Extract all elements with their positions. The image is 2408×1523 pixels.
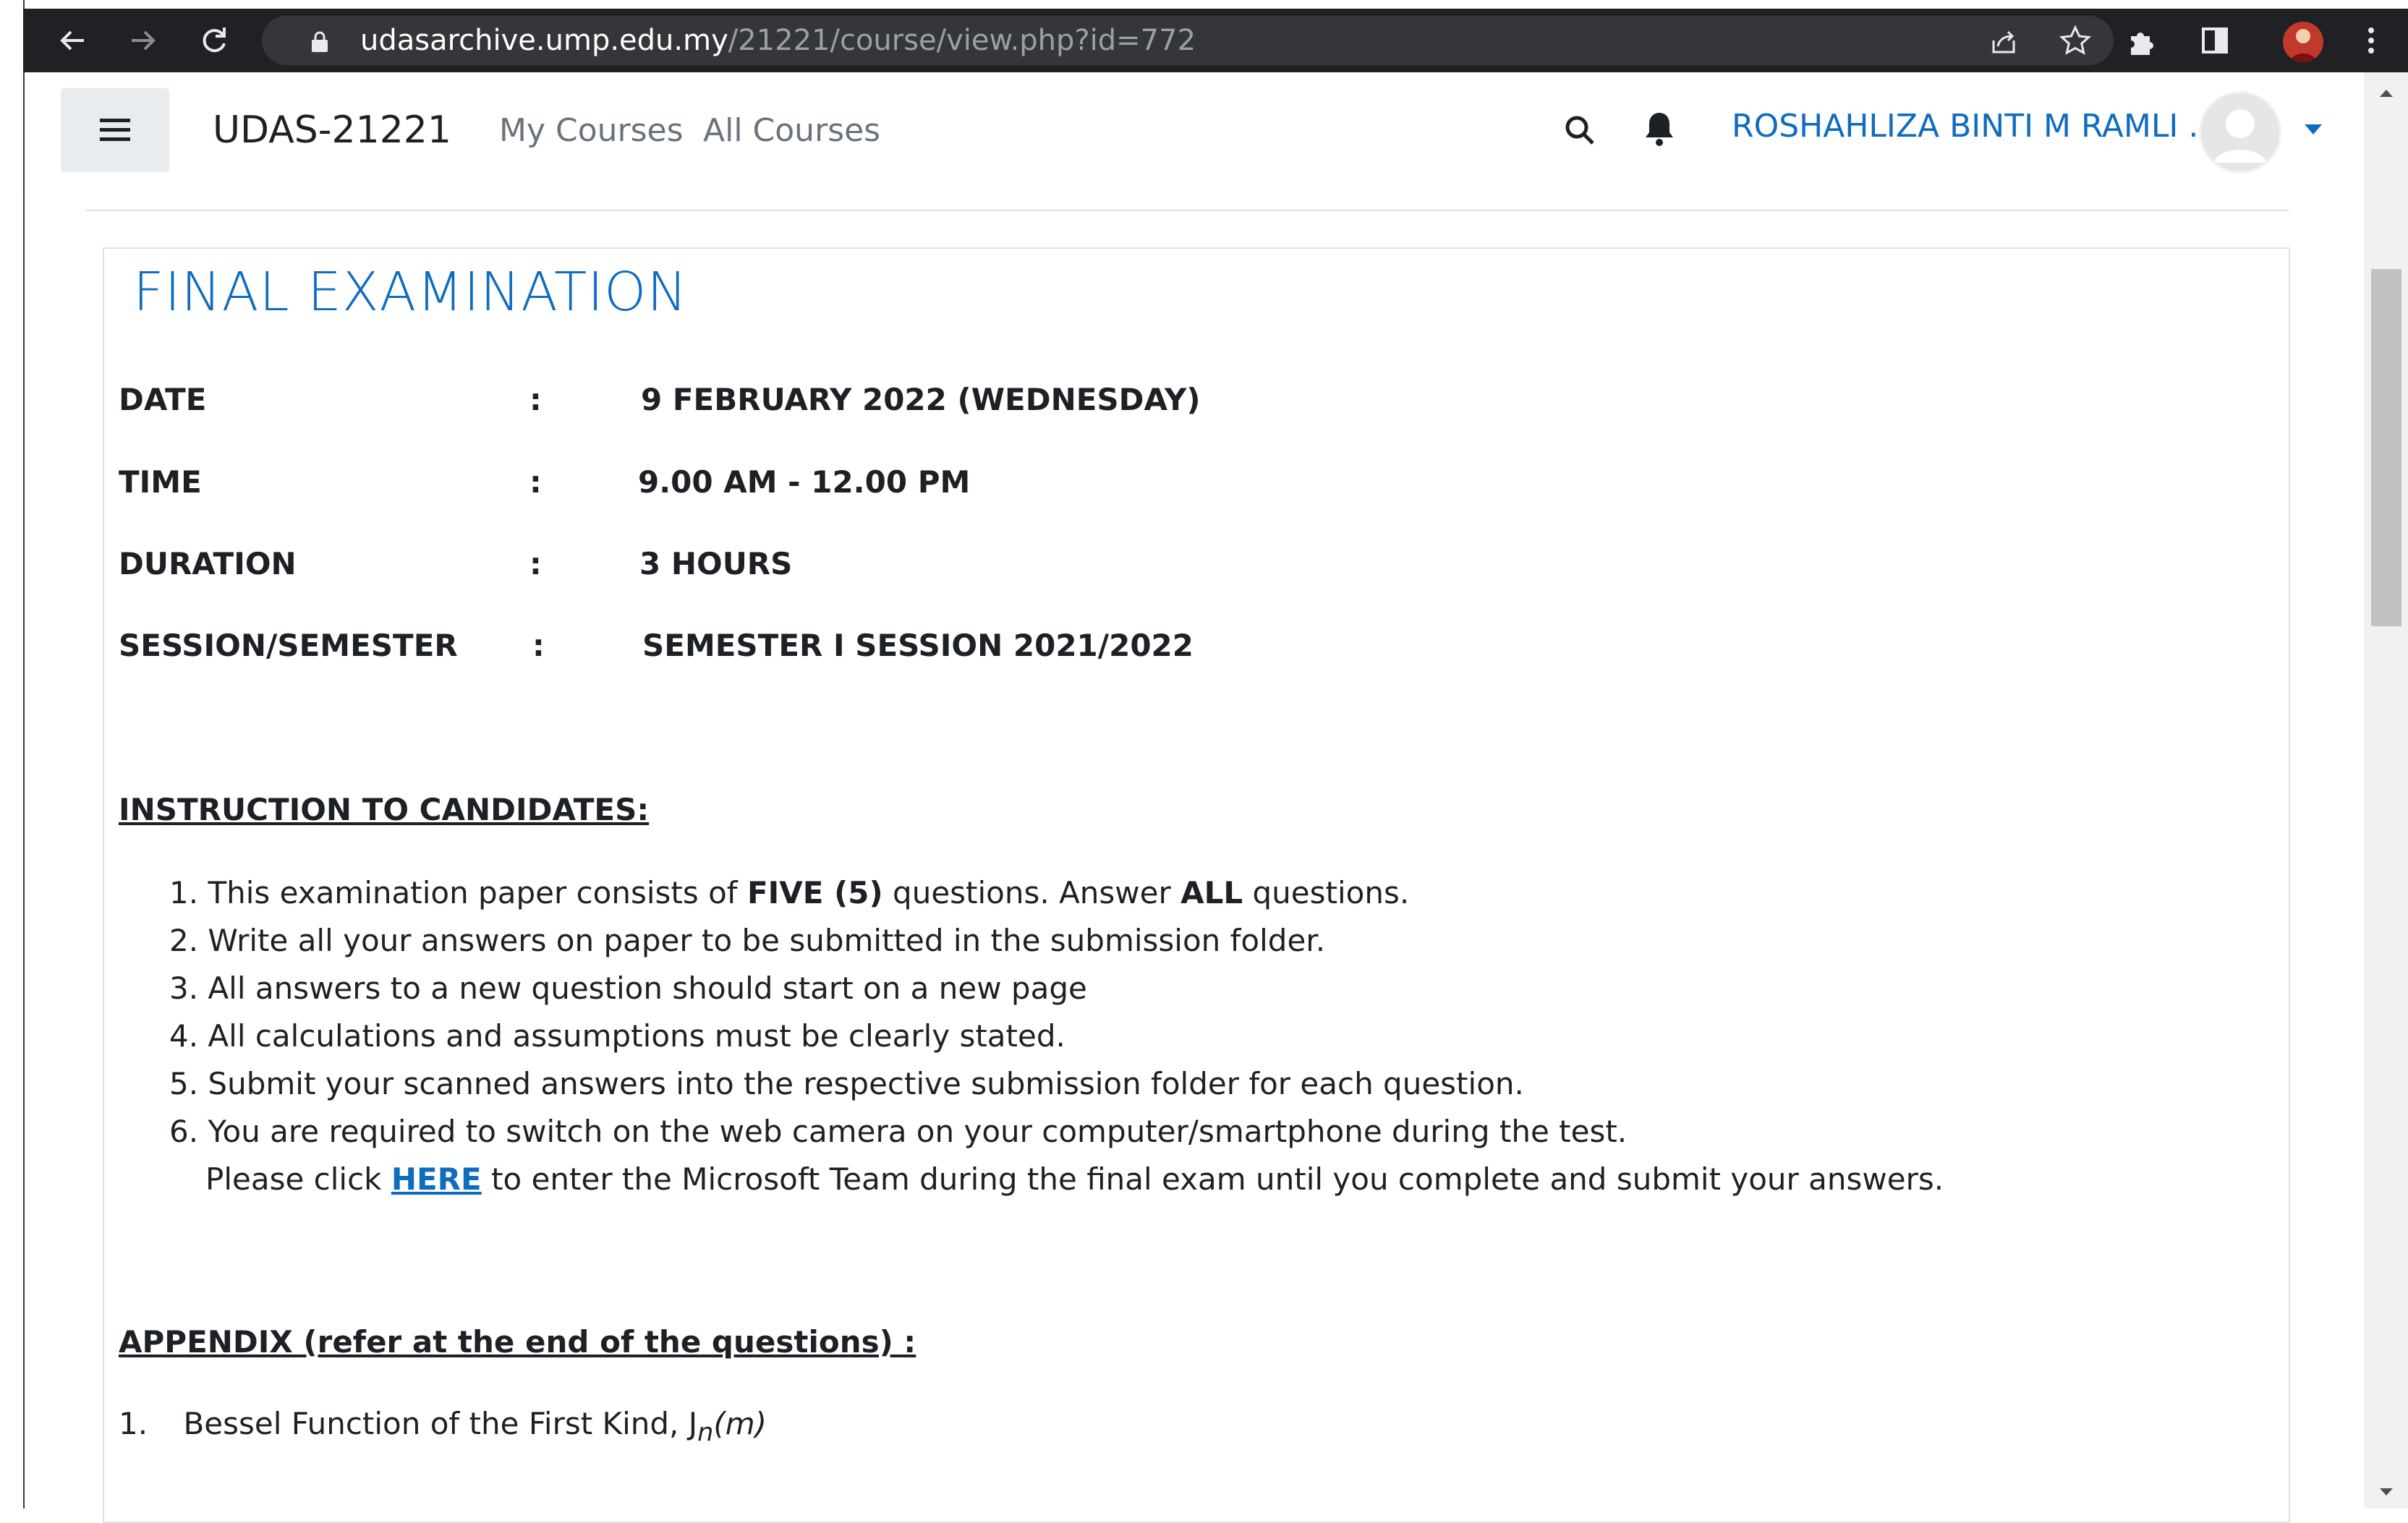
browser-menu-icon[interactable] xyxy=(2354,23,2388,58)
forward-arrow-icon[interactable] xyxy=(126,23,161,58)
scroll-down-arrow-icon[interactable] xyxy=(2378,1487,2394,1497)
info-value-duration: 3 HOURS xyxy=(639,546,793,581)
instruction-text: Please click xyxy=(205,1161,391,1197)
search-icon[interactable] xyxy=(1562,113,1597,148)
instruction-text: to enter the Microsoft Team during the f… xyxy=(481,1161,1944,1197)
info-value-session: SEMESTER I SESSION 2021/2022 xyxy=(642,628,1194,663)
info-value-date: 9 FEBRUARY 2022 (WEDNESDAY) xyxy=(641,382,1201,417)
info-colon: : xyxy=(529,382,542,417)
instruction-text: This examination paper consists of xyxy=(208,875,747,910)
lock-icon xyxy=(312,31,328,52)
nav-all-courses[interactable]: All Courses xyxy=(703,111,880,150)
appendix-number: 1. xyxy=(119,1406,148,1441)
instruction-item: 1. This examination paper consists of FI… xyxy=(169,874,1409,913)
bookmark-star-icon[interactable] xyxy=(2059,25,2092,58)
scroll-up-arrow-icon[interactable] xyxy=(2378,88,2394,98)
instruction-item: 2. Write all your answers on paper to be… xyxy=(169,923,1326,958)
back-arrow-icon[interactable] xyxy=(55,23,90,58)
instruction-text: questions. Answer xyxy=(882,875,1181,910)
window-edge xyxy=(0,0,25,1509)
site-navbar: UDAS-21221 My Courses All Courses ROSHAH… xyxy=(25,72,2364,185)
url-path: /21221/course/view.php?id=772 xyxy=(728,24,1196,57)
appendix-heading: APPENDIX (refer at the end of the questi… xyxy=(119,1324,916,1360)
course-section-card: FINAL EXAMINATION DATE : 9 FEBRUARY 2022… xyxy=(103,247,2290,1523)
section-title: FINAL EXAMINATION xyxy=(133,261,688,323)
instruction-item: 4. All calculations and assumptions must… xyxy=(169,1018,1065,1054)
info-label-duration: DURATION xyxy=(119,546,297,581)
user-avatar[interactable] xyxy=(2199,91,2281,174)
url-text: udasarchive.ump.edu.my/21221/course/view… xyxy=(360,25,1196,56)
divider xyxy=(85,210,2289,211)
instruction-number: 1. xyxy=(169,875,199,910)
extensions-puzzle-icon[interactable] xyxy=(2125,23,2160,58)
instruction-item: 3. All answers to a new question should … xyxy=(169,970,1087,1006)
instruction-bold: ALL xyxy=(1180,875,1243,910)
scroll-thumb[interactable] xyxy=(2371,269,2401,626)
drawer-toggle-button[interactable] xyxy=(61,88,169,172)
info-label-session: SESSION/SEMESTER xyxy=(119,628,458,663)
address-bar[interactable]: udasarchive.ump.edu.my/21221/course/view… xyxy=(262,16,2114,65)
instruction-text: questions. xyxy=(1243,875,1410,910)
appendix-argument: (m) xyxy=(713,1406,767,1441)
appendix-item: 1. Bessel Function of the First Kind, Jn… xyxy=(119,1404,767,1452)
appendix-text: Bessel Function of the First Kind, J xyxy=(183,1406,698,1441)
user-menu-name[interactable]: ROSHAHLIZA BINTI M RAMLI . xyxy=(1732,107,2198,146)
info-label-time: TIME xyxy=(119,464,202,500)
instruction-heading: INSTRUCTION TO CANDIDATES: xyxy=(119,792,650,827)
browser-toolbar: udasarchive.ump.edu.my/21221/course/view… xyxy=(23,9,2408,72)
chevron-down-icon[interactable] xyxy=(2303,123,2323,136)
site-name[interactable]: UDAS-21221 xyxy=(213,107,451,153)
url-host: udasarchive.ump.edu.my xyxy=(360,24,728,57)
reload-icon[interactable] xyxy=(197,23,231,58)
appendix-subscript: n xyxy=(697,1418,714,1448)
side-panel-icon[interactable] xyxy=(2198,23,2232,58)
info-value-time: 9.00 AM - 12.00 PM xyxy=(638,464,971,500)
hamburger-icon xyxy=(100,119,130,141)
notification-bell-icon[interactable] xyxy=(1643,110,1675,148)
teams-link[interactable]: HERE xyxy=(391,1161,482,1197)
instruction-continuation: Please click HERE to enter the Microsoft… xyxy=(205,1160,1944,1199)
info-label-date: DATE xyxy=(119,382,207,417)
instruction-item: 5. Submit your scanned answers into the … xyxy=(169,1066,1524,1101)
share-icon[interactable] xyxy=(1988,26,2020,58)
instruction-item: 6. You are required to switch on the web… xyxy=(169,1114,1628,1149)
page-scrollbar[interactable] xyxy=(2364,72,2408,1509)
nav-my-courses[interactable]: My Courses xyxy=(499,111,684,150)
instruction-bold: FIVE (5) xyxy=(746,875,883,910)
profile-avatar-icon[interactable] xyxy=(2283,22,2323,62)
info-colon: : xyxy=(529,546,542,581)
info-colon: : xyxy=(532,628,545,663)
info-colon: : xyxy=(529,464,542,500)
